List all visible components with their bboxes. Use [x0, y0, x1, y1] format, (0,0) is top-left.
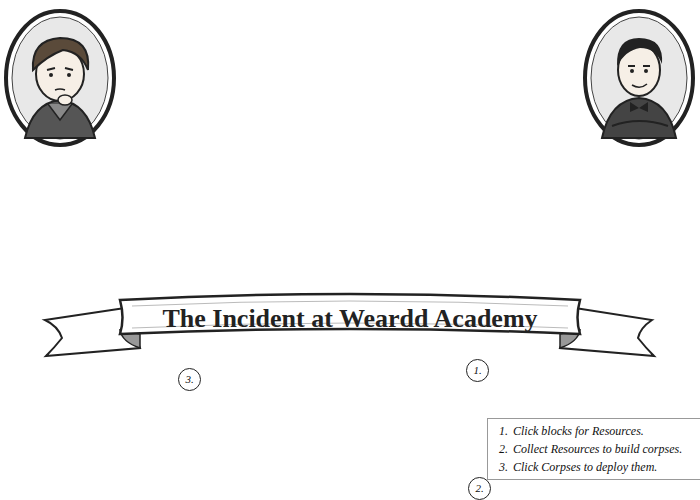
title-banner: The Incident at Weardd Academy	[40, 290, 660, 370]
step-marker: 3.	[178, 368, 201, 391]
step-marker: 1.	[466, 359, 489, 382]
instruction-text: Click blocks for Resources.	[513, 423, 644, 439]
game-title: The Incident at Weardd Academy	[162, 304, 537, 334]
instruction-number: 3.	[496, 459, 508, 475]
man-portrait-icon	[582, 8, 696, 148]
instruction-item: 1. Click blocks for Resources.	[496, 423, 698, 439]
instruction-item: 3. Click Corpses to deploy them.	[496, 459, 698, 475]
instructions-box: 1. Click blocks for Resources. 2. Collect R…	[487, 418, 700, 480]
instruction-text: Click Corpses to deploy them.	[513, 459, 657, 475]
instruction-number: 2.	[496, 441, 508, 457]
game-screen: The Incident at Weardd Academy 1. Click b…	[0, 0, 700, 500]
step-marker: 2.	[468, 477, 491, 500]
instruction-text: Collect Resources to build corpses.	[513, 441, 682, 457]
boy-portrait-icon	[3, 8, 117, 148]
instruction-item: 2. Collect Resources to build corpses.	[496, 441, 698, 457]
instruction-number: 1.	[496, 423, 508, 439]
